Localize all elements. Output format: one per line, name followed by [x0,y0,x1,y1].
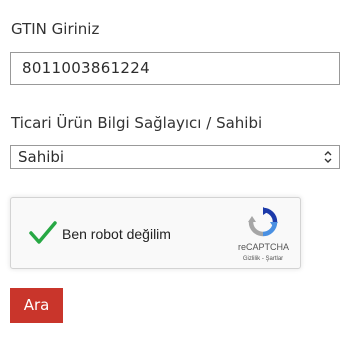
checkmark-icon[interactable] [28,220,58,246]
search-button[interactable]: Ara [10,288,63,323]
recaptcha-links: Gizlilik - Şartlar [233,256,293,262]
updown-chevron-icon [324,151,332,163]
provider-label: Ticari Ürün Bilgi Sağlayıcı / Sahibi [11,114,263,132]
gtin-label: GTIN Giriniz [11,20,100,38]
provider-select-value: Sahibi [18,148,65,166]
recaptcha-brand: reCAPTCHA [238,242,290,252]
terms-link[interactable]: Şartlar [266,256,284,262]
recaptcha-logo-icon [248,207,278,237]
gtin-input[interactable]: 8011003861224 [10,52,340,85]
recaptcha-checkbox-label[interactable]: Ben robot değilim [62,226,171,242]
provider-select[interactable]: Sahibi [10,145,340,169]
recaptcha-widget: Ben robot değilim reCAPTCHA Gizlilik - Ş… [10,197,301,269]
privacy-link[interactable]: Gizlilik [243,256,260,262]
